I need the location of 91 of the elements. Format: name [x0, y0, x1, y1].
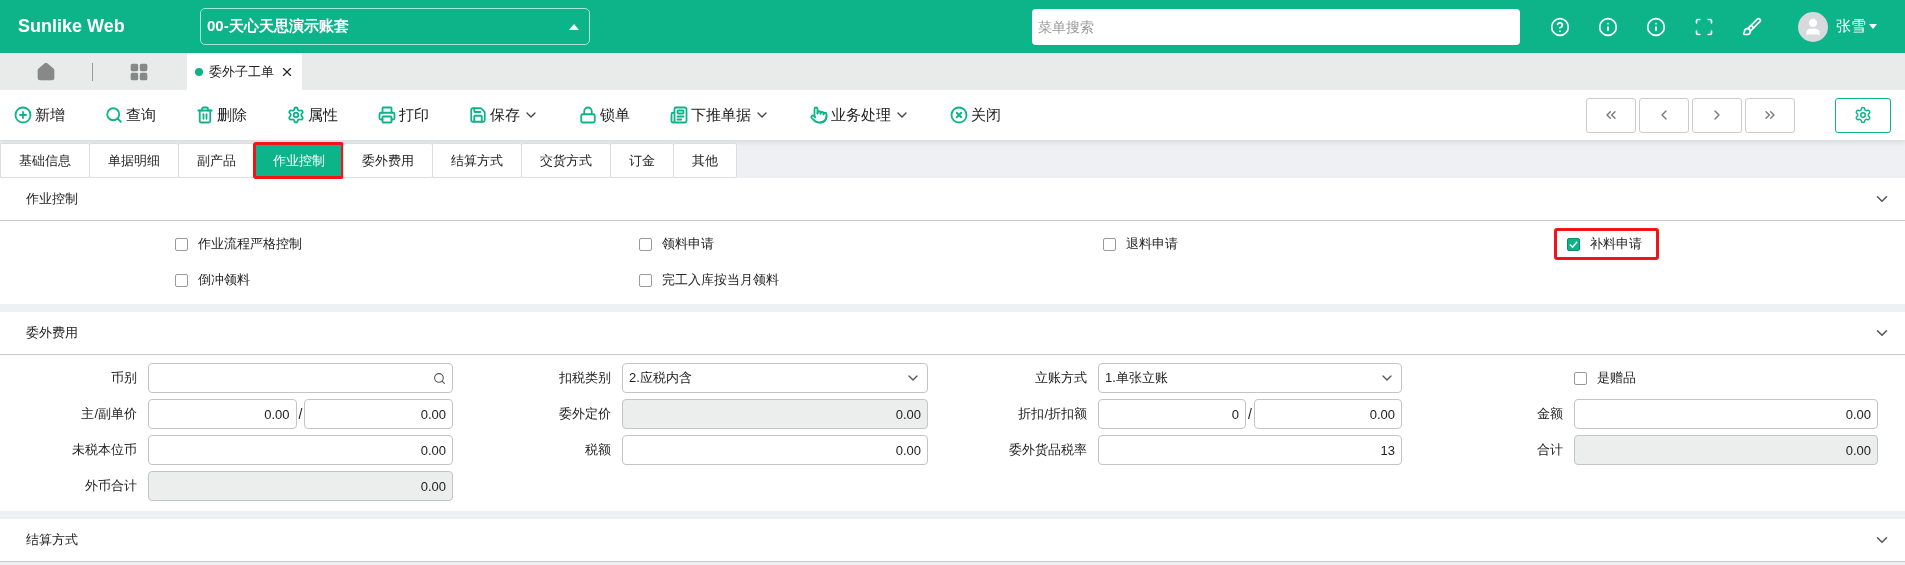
checkbox-option[interactable]: 倒冲领料 — [162, 264, 267, 296]
hand-icon — [810, 106, 828, 124]
readonly-field: 0.00 — [622, 399, 928, 429]
field-label: 委外定价 — [558, 405, 611, 423]
field-label: 金额 — [1536, 405, 1563, 423]
status-dot — [195, 67, 203, 76]
field-label: 扣税类别 — [558, 369, 611, 387]
caret-up-icon — [569, 23, 579, 30]
field-label: 未税本位币 — [71, 441, 137, 459]
toolbar-button[interactable]: 锁单 — [579, 105, 630, 125]
number-field[interactable]: 0.00 — [1574, 399, 1878, 429]
slash: / — [298, 406, 303, 422]
search-icon — [105, 106, 123, 124]
readonly-field: 0.00 — [1574, 435, 1878, 465]
first-button[interactable] — [1586, 97, 1636, 133]
toolbar-button[interactable]: 删除 — [196, 105, 247, 125]
number-field[interactable]: 13 — [1098, 435, 1402, 465]
checkbox[interactable] — [639, 273, 652, 287]
toolbar-button[interactable]: 打印 — [378, 105, 429, 125]
checkbox[interactable] — [1574, 371, 1587, 385]
section-title: 作业控制 — [26, 190, 78, 208]
form-tab[interactable]: 交货方式 — [521, 143, 610, 178]
field-label: 币别 — [110, 369, 137, 387]
document-icon — [670, 106, 688, 124]
toolbar-button[interactable]: 查询 — [105, 105, 156, 125]
number-field[interactable]: 0.00 — [622, 435, 928, 465]
section-title: 委外费用 — [26, 324, 78, 342]
previous-button[interactable] — [1639, 97, 1689, 133]
settings-icon — [1854, 106, 1872, 124]
search-icon — [433, 371, 446, 385]
form-tab[interactable]: 基础信息 — [0, 143, 89, 178]
checkbox-option[interactable]: 退料申请 — [1090, 228, 1195, 260]
checkbox-label: 是赠品 — [1597, 369, 1636, 387]
last-button[interactable] — [1745, 97, 1795, 133]
toolbar-button[interactable]: 关闭 — [950, 105, 1001, 125]
lookup-field[interactable] — [148, 363, 453, 393]
toolbar-button[interactable]: 业务处理 — [810, 105, 910, 125]
form-tab[interactable]: 其他 — [673, 143, 737, 178]
checkbox[interactable] — [1103, 237, 1116, 251]
help-icon[interactable] — [1550, 16, 1570, 37]
printer-icon — [378, 106, 396, 124]
next-button[interactable] — [1692, 97, 1742, 133]
number-field[interactable]: 0.00 — [148, 399, 297, 429]
toolbar-button[interactable]: 新增 — [14, 105, 65, 125]
fullscreen-icon[interactable] — [1694, 16, 1714, 37]
document-tab[interactable]: 委外子工单 — [187, 53, 302, 90]
select-field[interactable]: 1.单张立账 — [1098, 363, 1402, 393]
floppy-icon — [469, 106, 487, 124]
checkbox-option[interactable]: 作业流程严格控制 — [162, 228, 319, 260]
number-field[interactable]: 0.00 — [1253, 399, 1402, 429]
form-tab[interactable]: 订金 — [610, 143, 673, 178]
number-field[interactable]: 0.00 — [148, 435, 453, 465]
readonly-field: 0.00 — [148, 471, 453, 501]
section-title: 结算方式 — [26, 531, 78, 549]
field-label: 委外货品税率 — [1008, 441, 1087, 459]
settings-button[interactable] — [1835, 97, 1891, 133]
form-tab[interactable]: 单据明细 — [89, 143, 178, 178]
field-label: 主/副单价 — [80, 405, 137, 423]
field-label: 税额 — [584, 441, 611, 459]
number-field[interactable]: 0.00 — [304, 399, 453, 429]
select-field[interactable]: 2.应税内含 — [622, 363, 928, 393]
brand-name: Sunlike Web — [18, 16, 126, 37]
close-icon — [950, 106, 968, 124]
form-tab[interactable]: 副产品 — [178, 143, 254, 178]
checkbox[interactable] — [1567, 237, 1580, 251]
trash-icon — [196, 106, 214, 124]
form-tab[interactable]: 委外费用 — [343, 143, 432, 178]
field-label: 立账方式 — [1034, 369, 1087, 387]
field-label: 外币合计 — [84, 477, 137, 495]
toolbar-button[interactable]: 下推单据 — [670, 105, 770, 125]
caret-down-icon — [1869, 24, 1877, 29]
checkbox[interactable] — [175, 237, 188, 251]
checkbox-option[interactable]: 完工入库按当月领料 — [626, 264, 796, 296]
form-tab[interactable]: 结算方式 — [432, 143, 521, 178]
toolbar-button[interactable]: 属性 — [287, 105, 338, 125]
toolbar-button[interactable]: 保存 — [469, 105, 539, 125]
checkbox[interactable] — [639, 237, 652, 251]
lock-icon — [579, 106, 597, 124]
gear-icon — [287, 106, 305, 124]
checkbox-option[interactable]: 领料申请 — [626, 228, 731, 260]
search-field[interactable]: 菜单搜索 — [1032, 8, 1520, 45]
field-label: 折扣/折扣额 — [1017, 405, 1087, 423]
info-icon[interactable] — [1646, 16, 1666, 37]
checkbox[interactable] — [175, 273, 188, 287]
field-label: 合计 — [1536, 441, 1563, 459]
slash: / — [1248, 406, 1252, 422]
avatar-icon[interactable] — [1798, 11, 1828, 42]
plus-icon — [14, 106, 32, 124]
info-icon[interactable] — [1598, 16, 1618, 37]
number-field[interactable]: 0 — [1098, 399, 1247, 429]
checkbox-option[interactable]: 补料申请 — [1554, 228, 1659, 260]
